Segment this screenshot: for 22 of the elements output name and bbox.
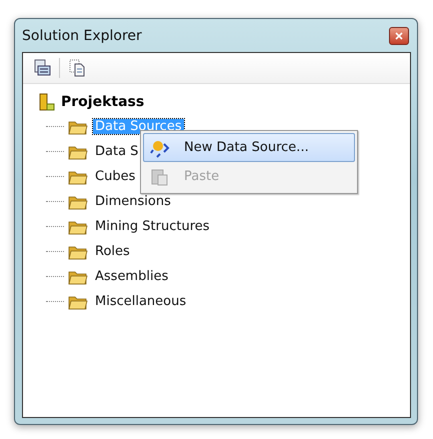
folder-icon	[68, 144, 88, 160]
tree-item[interactable]: Roles	[93, 244, 132, 259]
paste-icon	[150, 166, 170, 186]
close-button[interactable]	[389, 26, 409, 44]
tree-item[interactable]: Data S	[93, 144, 140, 159]
project-label[interactable]: Projektass	[61, 94, 144, 110]
folder-icon	[68, 244, 88, 260]
close-icon	[395, 32, 403, 40]
folder-icon	[68, 218, 88, 234]
folder-icon	[68, 168, 88, 184]
folder-icon	[68, 268, 88, 284]
project-icon	[37, 92, 57, 112]
folder-icon	[68, 194, 88, 210]
tree-item[interactable]: Assemblies	[93, 269, 170, 284]
tree-item[interactable]: Cubes	[93, 169, 138, 184]
tree-item[interactable]: Dimensions	[93, 194, 173, 209]
tree-item[interactable]: Miscellaneous	[93, 294, 188, 309]
window-title: Solution Explorer	[22, 28, 142, 44]
tree-item[interactable]: Mining Structures	[93, 219, 212, 234]
folder-icon	[68, 118, 88, 134]
menu-item[interactable]: New Data Source...	[143, 133, 355, 162]
folder-icon	[68, 294, 88, 310]
